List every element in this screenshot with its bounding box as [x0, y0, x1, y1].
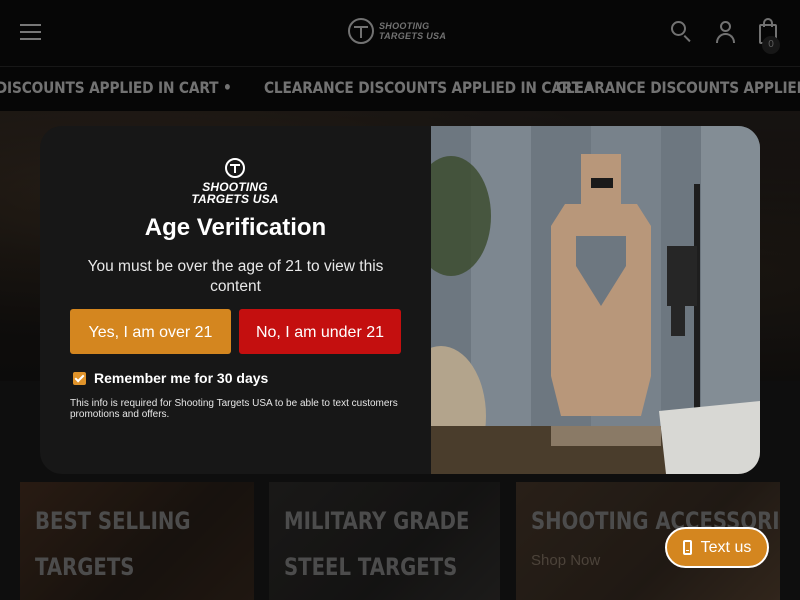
text-us-button[interactable]: Text us — [665, 527, 769, 568]
phone-icon — [682, 540, 692, 555]
text-us-label: Text us — [700, 538, 752, 556]
modal-message: You must be over the age of 21 to view t… — [87, 258, 384, 295]
modal-logo: SHOOTING TARGETS USA — [190, 158, 280, 205]
modal-content: SHOOTING TARGETS USA Age Verification You… — [40, 126, 431, 474]
modal-logo-text: SHOOTING TARGETS USA — [191, 180, 279, 206]
remember-me-row[interactable]: Remember me for 30 days — [73, 370, 268, 386]
modal-title: Age Verification — [144, 214, 327, 241]
modal-product-image — [431, 126, 760, 474]
confirm-age-button[interactable]: Yes, I am over 21 — [70, 309, 231, 354]
sms-disclaimer: This info is required for Shooting Targe… — [70, 398, 398, 420]
age-verification-modal: SHOOTING TARGETS USA Age Verification You… — [40, 126, 760, 474]
deny-age-button[interactable]: No, I am under 21 — [239, 309, 401, 354]
remember-me-label: Remember me for 30 days — [94, 370, 269, 386]
remember-me-checkbox[interactable] — [73, 371, 86, 385]
logo-mark-icon — [225, 158, 245, 178]
